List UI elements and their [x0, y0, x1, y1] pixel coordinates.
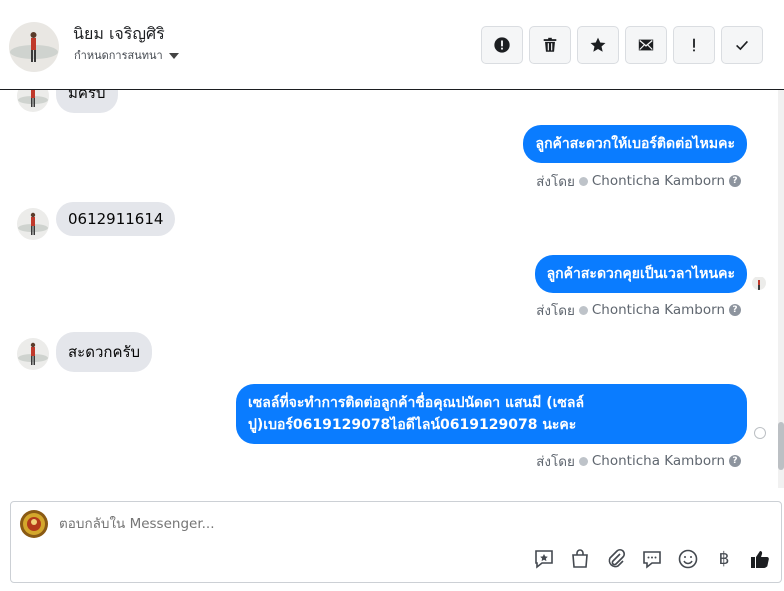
mark-spam-button[interactable] — [673, 26, 715, 64]
alert-circle-icon — [494, 37, 510, 53]
assign-conversation-dropdown[interactable]: กำหนดการสนทนา — [74, 46, 179, 64]
emoji-icon[interactable] — [677, 548, 699, 570]
composer-toolbar: ฿ — [533, 548, 771, 570]
incoming-message[interactable]: สะดวกครับ — [56, 332, 153, 372]
sent-by-info: ส่งโดย Chonticha Kamborn ? — [536, 299, 741, 321]
saved-reply-icon[interactable] — [533, 548, 555, 570]
help-icon[interactable]: ? — [729, 304, 741, 316]
outgoing-message[interactable]: เซลล์ที่จะทำการติดต่อลูกค้าชื่อคุณปนัดดา… — [236, 384, 747, 444]
sent-by-info: ส่งโดย Chonticha Kamborn ? — [536, 450, 741, 472]
delete-button[interactable] — [529, 26, 571, 64]
help-icon[interactable]: ? — [729, 175, 741, 187]
contact-avatar-small — [17, 338, 49, 370]
conversation-header: นิยม เจริญศิริ กำหนดการสนทนา — [0, 0, 784, 90]
sender-name[interactable]: Chonticha Kamborn — [592, 302, 725, 318]
sent-by-label: ส่งโดย — [536, 174, 575, 190]
paperclip-icon[interactable] — [605, 548, 627, 570]
mark-unread-button[interactable] — [625, 26, 667, 64]
sender-status-icon — [578, 305, 588, 315]
scrollbar-thumb[interactable] — [778, 422, 784, 470]
incoming-message[interactable]: มีครับ — [56, 90, 118, 113]
incoming-message[interactable]: 0612911614 — [56, 202, 176, 236]
sender-status-icon — [578, 176, 588, 186]
sender-status-icon — [578, 456, 588, 466]
mark-done-button[interactable] — [721, 26, 763, 64]
chevron-down-icon — [168, 53, 179, 59]
outgoing-message[interactable]: ลูกค้าสะดวกให้เบอร์ติดต่อไหมคะ — [523, 125, 747, 163]
check-icon — [736, 40, 748, 51]
reply-input[interactable] — [59, 516, 659, 532]
envelope-icon — [638, 39, 654, 51]
sent-by-label: ส่งโดย — [536, 454, 575, 470]
assign-label: กำหนดการสนทนา — [74, 49, 163, 62]
page-avatar — [20, 510, 48, 538]
contact-avatar-small — [17, 208, 49, 240]
thumbs-up-icon[interactable] — [749, 548, 771, 570]
baht-icon[interactable]: ฿ — [713, 548, 735, 570]
header-toolbar — [481, 26, 763, 64]
sent-check-icon — [754, 427, 766, 439]
message-thread[interactable]: มีครับ ลูกค้าสะดวกให้เบอร์ติดต่อไหมคะ ส่… — [0, 90, 778, 488]
contact-avatar[interactable] — [9, 22, 59, 72]
star-button[interactable] — [577, 26, 619, 64]
exclamation-icon — [693, 38, 695, 52]
sent-by-label: ส่งโดย — [536, 303, 575, 319]
shopping-bag-icon[interactable] — [569, 548, 591, 570]
contact-avatar-small — [17, 90, 49, 112]
sender-name[interactable]: Chonticha Kamborn — [592, 173, 725, 189]
outgoing-message[interactable]: ลูกค้าสะดวกคุยเป็นเวลาไหนคะ — [534, 255, 747, 293]
star-icon — [590, 37, 606, 52]
trash-icon — [543, 37, 557, 52]
help-icon[interactable]: ? — [729, 455, 741, 467]
contact-name[interactable]: นิยม เจริญศิริ — [73, 22, 165, 47]
report-button[interactable] — [481, 26, 523, 64]
sent-by-info: ส่งโดย Chonticha Kamborn ? — [536, 170, 741, 192]
seen-avatar — [752, 276, 766, 290]
reply-composer: ฿ — [10, 501, 782, 583]
sender-name[interactable]: Chonticha Kamborn — [592, 453, 725, 469]
chat-bubble-icon[interactable] — [641, 548, 663, 570]
